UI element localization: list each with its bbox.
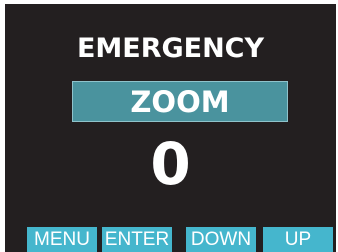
device-screen: EMERGENCY ZOOM 0 MENU ENTER DOWN UP — [0, 0, 338, 252]
down-button[interactable]: DOWN — [186, 227, 256, 252]
display-panel: EMERGENCY ZOOM 0 — [5, 4, 336, 252]
screen-title: EMERGENCY — [76, 33, 265, 64]
menu-button[interactable]: MENU — [27, 227, 97, 252]
softkey-bar: MENU ENTER DOWN UP — [0, 227, 338, 252]
value-readout: 0 — [150, 130, 191, 198]
enter-button[interactable]: ENTER — [102, 227, 172, 252]
mode-box: ZOOM — [72, 81, 288, 122]
mode-label: ZOOM — [130, 85, 230, 119]
up-button[interactable]: UP — [263, 227, 333, 252]
